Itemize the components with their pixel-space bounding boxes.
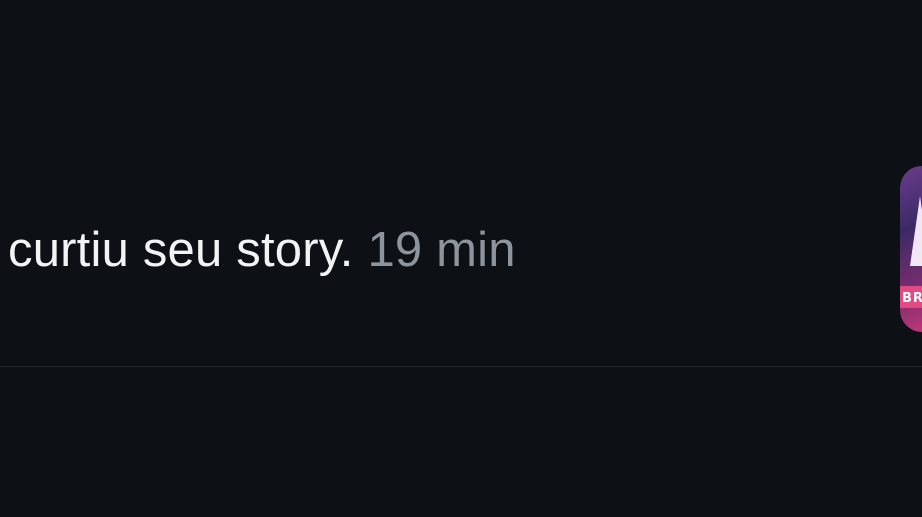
thumbnail-graphic [910, 196, 922, 266]
notification-time: 19 min [367, 223, 516, 277]
activity-screen: curtiu seu story. 19 min BR [0, 0, 922, 517]
story-thumbnail[interactable]: BR [900, 166, 922, 332]
notification-text: curtiu seu story. 19 min [8, 222, 516, 278]
notification-action-text: curtiu seu story. [8, 223, 354, 277]
notification-row[interactable]: curtiu seu story. 19 min BR [0, 160, 922, 340]
divider [0, 366, 922, 367]
thumbnail-logo: BR [902, 291, 922, 306]
